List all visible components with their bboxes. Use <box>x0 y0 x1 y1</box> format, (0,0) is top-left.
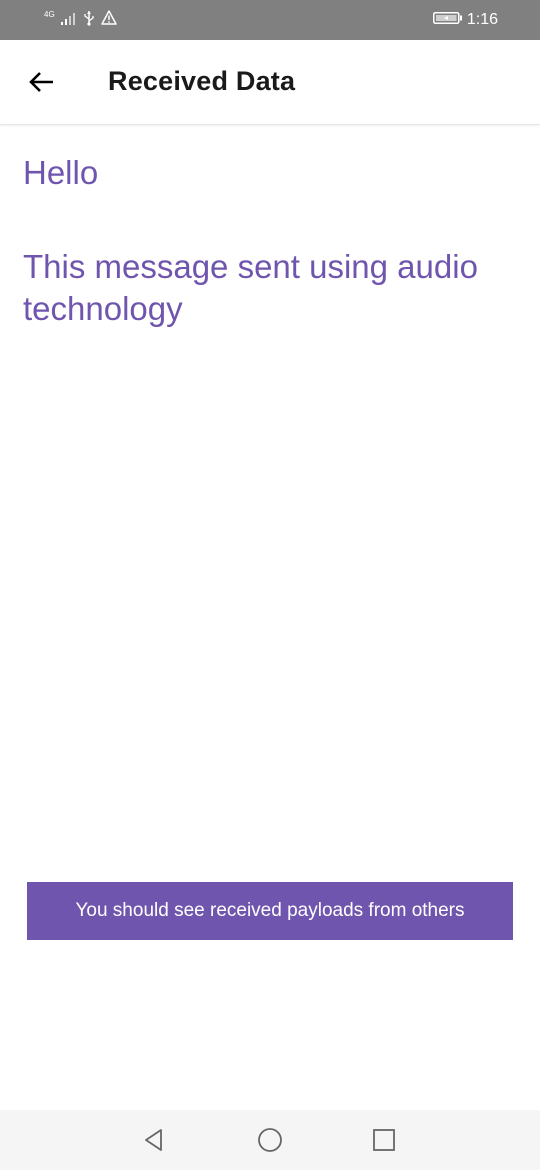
nav-back-icon <box>145 1129 162 1151</box>
message-text: Hello <box>23 154 99 191</box>
nav-recents-icon <box>373 1129 395 1151</box>
navigation-bar <box>0 1110 540 1170</box>
info-banner: You should see received payloads from ot… <box>27 882 513 940</box>
arrow-left-icon <box>29 72 53 92</box>
app-bar: Received Data <box>0 40 540 125</box>
warning-icon <box>100 10 117 30</box>
usb-icon <box>83 10 95 31</box>
nav-back-button[interactable] <box>138 1124 170 1156</box>
page-title: Received Data <box>108 66 296 96</box>
clock: 1:16 <box>466 11 498 28</box>
status-icons-right: 1:16 <box>432 10 498 30</box>
network-type-label: 4G <box>44 10 55 19</box>
nav-home-icon <box>258 1128 282 1152</box>
nav-home-button[interactable] <box>254 1124 286 1156</box>
battery-icon <box>432 11 463 30</box>
back-button[interactable] <box>22 62 62 102</box>
message-text: This message sent using audio technology <box>23 248 478 327</box>
status-bar: 4G 1:16 <box>0 0 540 40</box>
status-icons-left: 4G <box>44 10 117 30</box>
nav-recents-button[interactable] <box>368 1124 400 1156</box>
signal-icon <box>60 11 77 30</box>
